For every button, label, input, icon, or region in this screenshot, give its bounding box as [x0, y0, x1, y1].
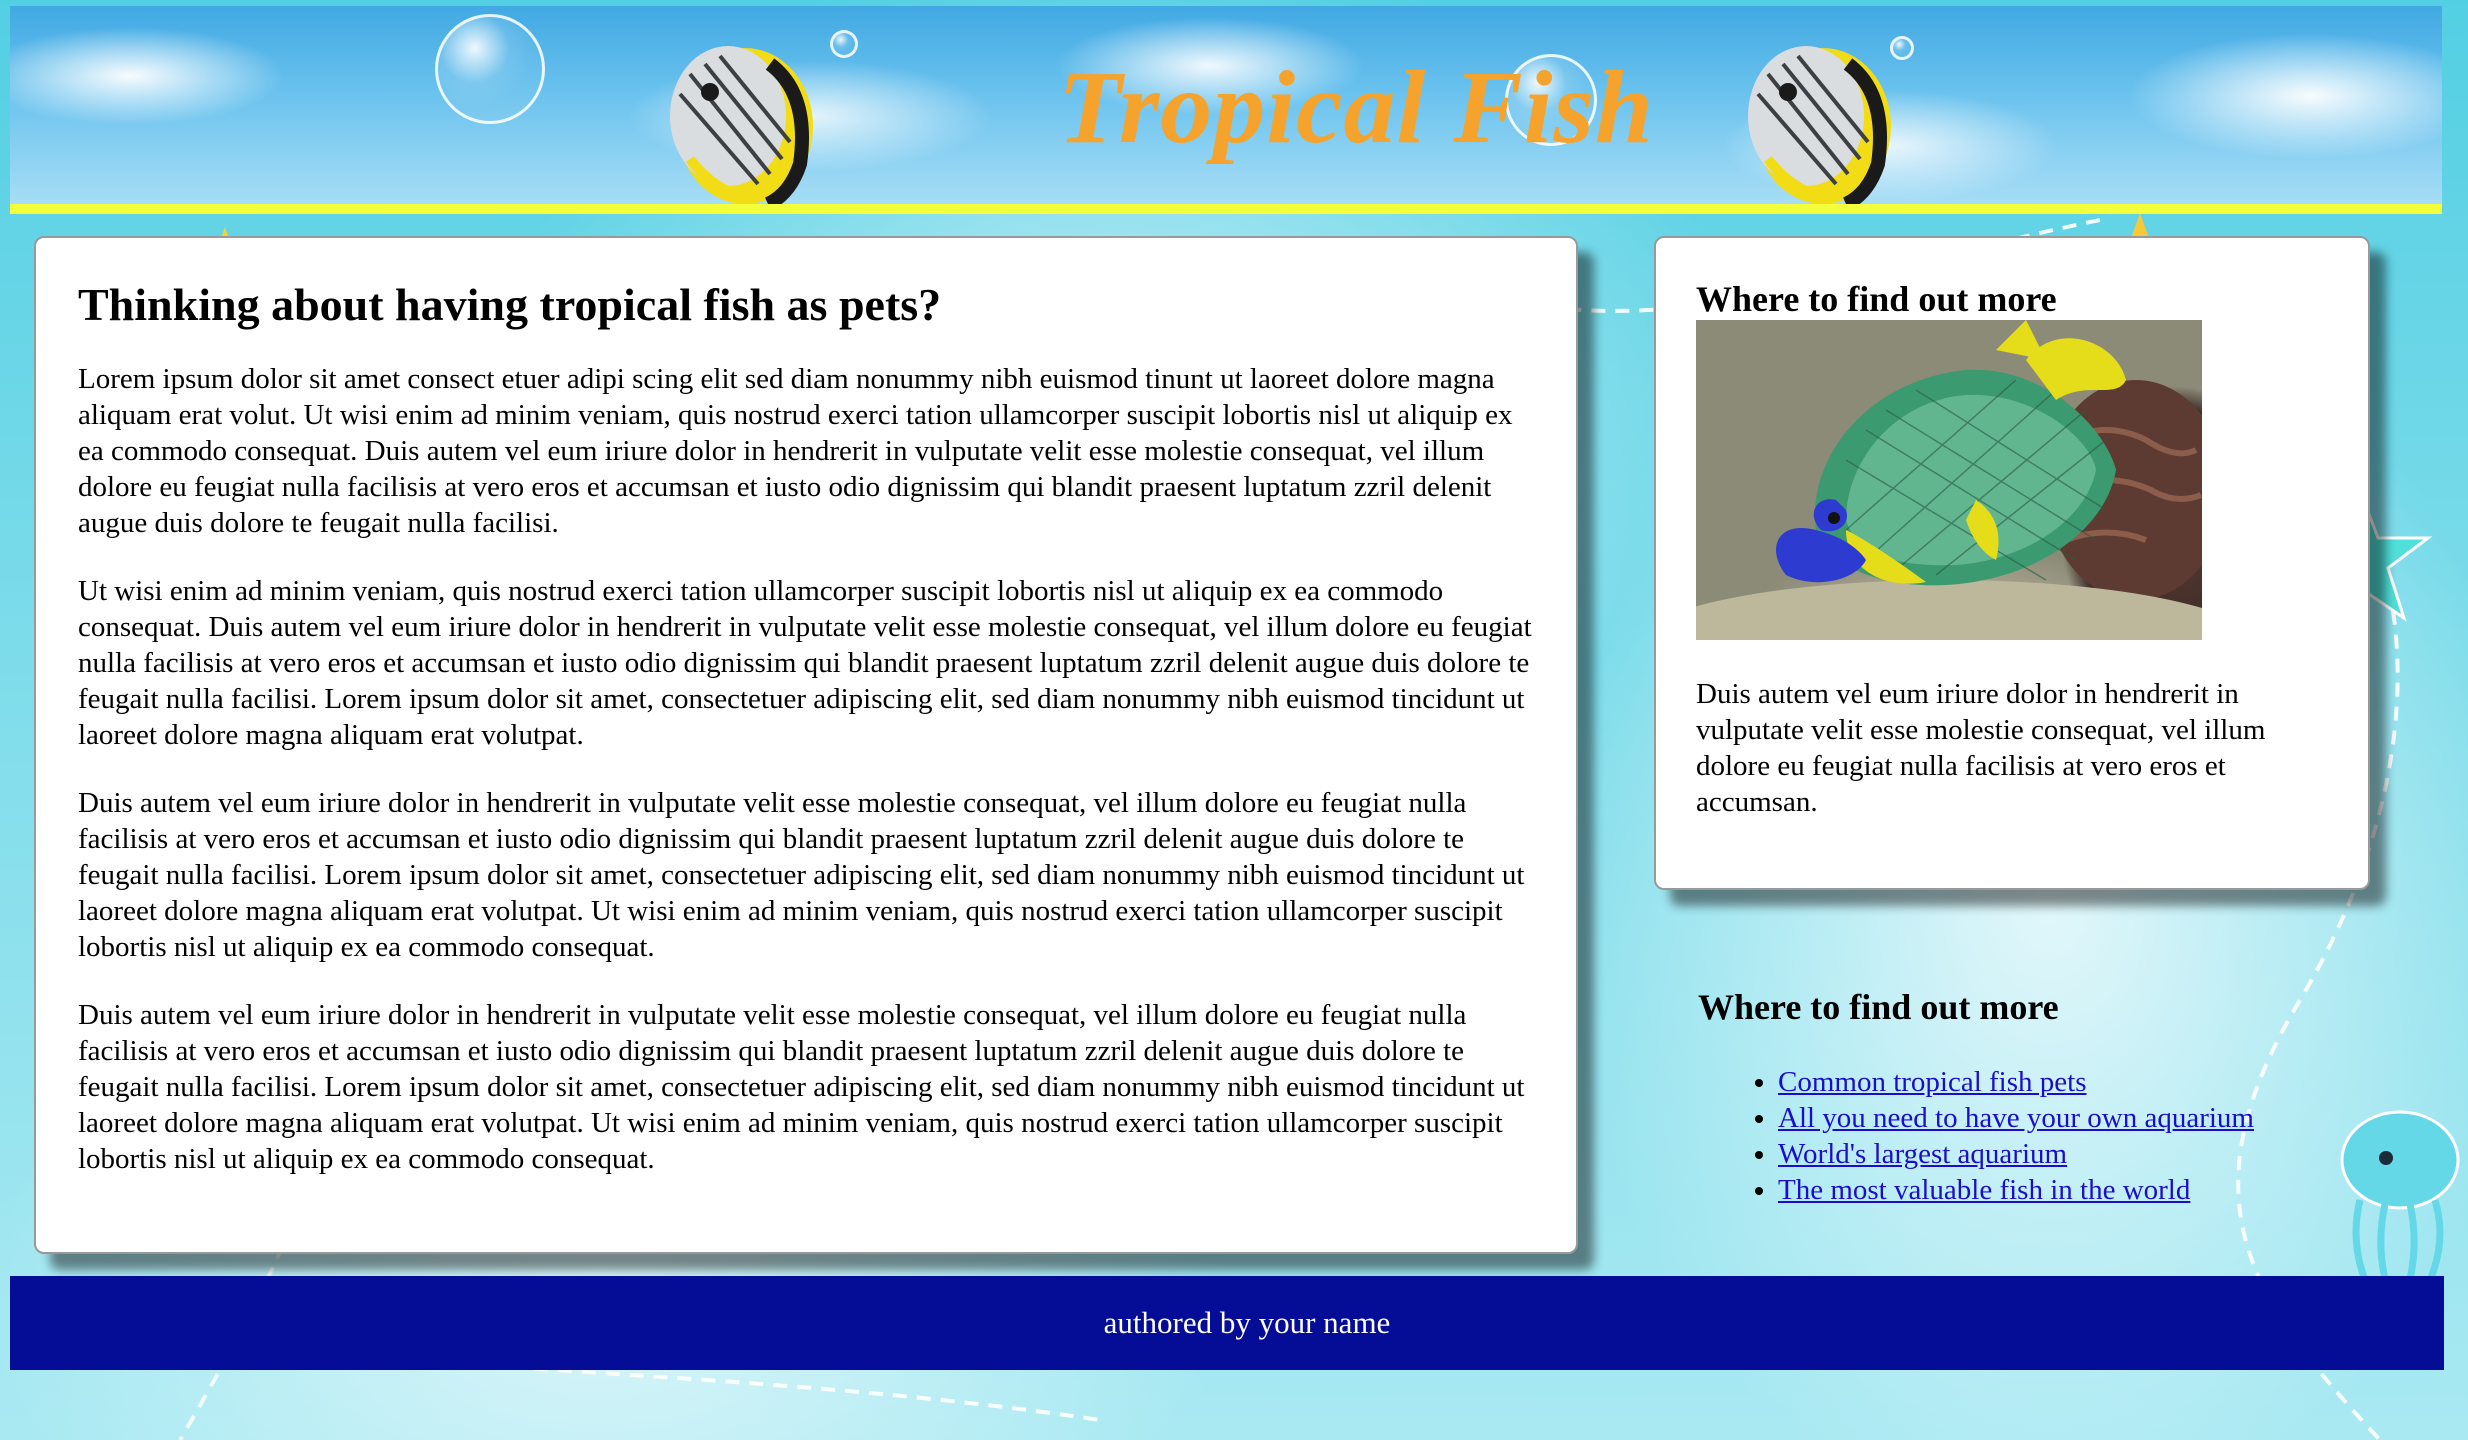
article-paragraph: Ut wisi enim ad minim veniam, quis nostr… — [78, 575, 1532, 751]
list-item: Common tropical fish pets — [1778, 1064, 2398, 1100]
link-most-valuable-fish[interactable]: The most valuable fish in the world — [1778, 1174, 2190, 1206]
footer-text: authored by your name — [1103, 1305, 1391, 1340]
link-largest-aquarium[interactable]: World's largest aquarium — [1778, 1138, 2067, 1170]
sidebar-card: Where to find out more Duis autem vel eu… — [1654, 236, 2370, 890]
link-own-aquarium[interactable]: All you need to have your own aquarium — [1778, 1102, 2254, 1134]
links-heading: Where to find out more — [1698, 987, 2059, 1027]
link-common-fish-pets[interactable]: Common tropical fish pets — [1778, 1066, 2087, 1098]
article-paragraph: Duis autem vel eum iriure dolor in hendr… — [78, 999, 1525, 1175]
list-item: World's largest aquarium — [1778, 1136, 2398, 1172]
site-footer: authored by your name — [10, 1276, 2444, 1370]
links-section: Where to find out more Common tropical f… — [1698, 986, 2398, 1208]
angelfish-illustration — [1696, 320, 2202, 640]
site-title: Tropical Fish — [1058, 50, 1654, 165]
site-header: Tropical Fish — [10, 6, 2442, 208]
links-list: Common tropical fish pets All you need t… — [1698, 1064, 2398, 1208]
angelfish-image — [1696, 320, 2202, 640]
article-paragraph: Duis autem vel eum iriure dolor in hendr… — [78, 787, 1525, 963]
main-article: Thinking about having tropical fish as p… — [34, 236, 1578, 1254]
header-divider — [10, 204, 2442, 214]
article-paragraph: Lorem ipsum dolor sit amet consect etuer… — [78, 363, 1513, 539]
sidebar-text: Duis autem vel eum iriure dolor in hendr… — [1696, 678, 2266, 818]
sidebar-heading: Where to find out more — [1696, 279, 2057, 319]
article-heading: Thinking about having tropical fish as p… — [78, 279, 942, 330]
list-item: All you need to have your own aquarium — [1778, 1100, 2398, 1136]
list-item: The most valuable fish in the world — [1778, 1172, 2398, 1208]
